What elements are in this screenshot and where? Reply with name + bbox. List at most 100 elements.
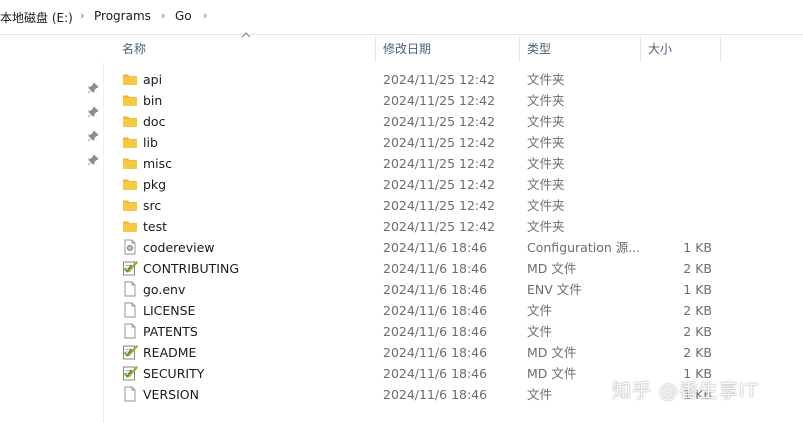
blank-file-icon xyxy=(122,281,138,297)
folder-icon xyxy=(122,134,138,150)
file-type: 文件 xyxy=(527,303,553,318)
file-modified-date: 2024/11/6 18:46 xyxy=(383,345,488,360)
column-header-date[interactable]: 修改日期 xyxy=(383,38,431,62)
watermark: 知乎 @香生享IT xyxy=(612,380,759,402)
file-row[interactable]: src 2024/11/25 12:42 文件夹 xyxy=(104,195,724,216)
folder-icon xyxy=(122,176,138,192)
breadcrumb-item-go[interactable]: Go xyxy=(175,9,192,23)
file-name: PATENTS xyxy=(143,324,198,339)
file-type: 文件夹 xyxy=(527,177,565,192)
file-name: doc xyxy=(143,114,166,129)
file-modified-date: 2024/11/6 18:46 xyxy=(383,387,488,402)
column-divider[interactable] xyxy=(720,36,721,62)
column-header-size[interactable]: 大小 xyxy=(648,38,672,62)
folder-icon xyxy=(122,71,138,87)
file-modified-date: 2024/11/25 12:42 xyxy=(383,177,496,192)
file-row[interactable]: bin 2024/11/25 12:42 文件夹 xyxy=(104,90,724,111)
file-modified-date: 2024/11/25 12:42 xyxy=(383,198,496,213)
file-name: SECURITY xyxy=(143,366,205,381)
folder-icon xyxy=(122,218,138,234)
file-type: 文件夹 xyxy=(527,219,565,234)
pin-icon[interactable] xyxy=(87,154,99,166)
column-divider[interactable] xyxy=(519,36,520,62)
file-row[interactable]: go.env 2024/11/6 18:46 ENV 文件 1 KB xyxy=(104,279,724,300)
file-modified-date: 2024/11/6 18:46 xyxy=(383,324,488,339)
file-row[interactable]: lib 2024/11/25 12:42 文件夹 xyxy=(104,132,724,153)
file-explorer-window: { "breadcrumb": { "items": ["本地磁盘 (E:)",… xyxy=(0,0,803,423)
file-row[interactable]: doc 2024/11/25 12:42 文件夹 xyxy=(104,111,724,132)
file-name: api xyxy=(143,72,163,87)
file-row[interactable]: api 2024/11/25 12:42 文件夹 xyxy=(104,69,724,90)
file-type: 文件夹 xyxy=(527,93,565,108)
file-type: MD 文件 xyxy=(527,345,577,360)
file-modified-date: 2024/11/6 18:46 xyxy=(383,282,488,297)
file-row[interactable]: CONTRIBUTING 2024/11/6 18:46 MD 文件 2 KB xyxy=(104,258,724,279)
file-modified-date: 2024/11/6 18:46 xyxy=(383,303,488,318)
file-row[interactable]: README 2024/11/6 18:46 MD 文件 2 KB xyxy=(104,342,724,363)
file-type: 文件 xyxy=(527,324,553,339)
file-modified-date: 2024/11/6 18:46 xyxy=(383,261,488,276)
file-name: misc xyxy=(143,156,173,171)
file-name: lib xyxy=(143,135,158,150)
pin-icon[interactable] xyxy=(87,82,99,94)
breadcrumb-item-drive[interactable]: 本地磁盘 (E:) xyxy=(0,9,73,26)
file-modified-date: 2024/11/6 18:46 xyxy=(383,240,488,255)
file-name: LICENSE xyxy=(143,303,196,318)
blank-file-icon xyxy=(122,386,138,402)
folder-icon xyxy=(122,92,138,108)
file-modified-date: 2024/11/25 12:42 xyxy=(383,93,496,108)
file-type: Configuration 源... xyxy=(527,240,639,255)
file-row[interactable]: pkg 2024/11/25 12:42 文件夹 xyxy=(104,174,724,195)
file-name: CONTRIBUTING xyxy=(143,261,240,276)
column-divider[interactable] xyxy=(640,36,641,62)
file-name: go.env xyxy=(143,282,186,297)
file-size: 2 KB xyxy=(683,261,712,276)
markdown-file-icon xyxy=(122,365,138,381)
file-modified-date: 2024/11/25 12:42 xyxy=(383,219,496,234)
file-name: bin xyxy=(143,93,163,108)
file-type: 文件夹 xyxy=(527,156,565,171)
file-type: 文件夹 xyxy=(527,198,565,213)
folder-icon xyxy=(122,155,138,171)
file-modified-date: 2024/11/25 12:42 xyxy=(383,156,496,171)
file-row[interactable]: test 2024/11/25 12:42 文件夹 xyxy=(104,216,724,237)
pin-icon[interactable] xyxy=(87,106,99,118)
file-size: 2 KB xyxy=(683,324,712,339)
file-name: README xyxy=(143,345,197,360)
file-modified-date: 2024/11/25 12:42 xyxy=(383,114,496,129)
file-name: codereview xyxy=(143,240,215,255)
file-row[interactable]: codereview 2024/11/6 18:46 Configuration 源… xyxy=(104,237,724,258)
file-type: MD 文件 xyxy=(527,261,577,276)
file-type: ENV 文件 xyxy=(527,282,582,297)
blank-file-icon xyxy=(122,302,138,318)
file-row[interactable]: PATENTS 2024/11/6 18:46 文件 2 KB xyxy=(104,321,724,342)
file-name: src xyxy=(143,198,162,213)
markdown-file-icon xyxy=(122,344,138,360)
column-header-name[interactable]: 名称 xyxy=(122,38,146,62)
file-name: test xyxy=(143,219,168,234)
file-modified-date: 2024/11/6 18:46 xyxy=(383,366,488,381)
folder-icon xyxy=(122,113,138,129)
file-modified-date: 2024/11/25 12:42 xyxy=(383,135,496,150)
file-size: 2 KB xyxy=(683,345,712,360)
file-type: 文件夹 xyxy=(527,114,565,129)
pin-icon[interactable] xyxy=(87,130,99,142)
file-size: 1 KB xyxy=(683,240,712,255)
sort-ascending-icon xyxy=(241,32,251,38)
file-type: 文件夹 xyxy=(527,135,565,150)
breadcrumb-separator[interactable]: › xyxy=(161,9,165,22)
file-row[interactable]: misc 2024/11/25 12:42 文件夹 xyxy=(104,153,724,174)
file-size: 2 KB xyxy=(683,303,712,318)
breadcrumb-separator[interactable]: › xyxy=(80,9,84,22)
breadcrumb: 本地磁盘 (E:) › Programs › Go › xyxy=(0,0,803,35)
file-type: 文件夹 xyxy=(527,72,565,87)
file-modified-date: 2024/11/25 12:42 xyxy=(383,72,496,87)
column-divider[interactable] xyxy=(375,36,376,62)
breadcrumb-separator[interactable]: › xyxy=(203,9,207,22)
file-size: 1 KB xyxy=(683,282,712,297)
breadcrumb-item-programs[interactable]: Programs xyxy=(94,9,151,23)
config-file-icon xyxy=(122,239,138,255)
column-header-type[interactable]: 类型 xyxy=(527,38,551,62)
file-row[interactable]: LICENSE 2024/11/6 18:46 文件 2 KB xyxy=(104,300,724,321)
file-name: pkg xyxy=(143,177,167,192)
